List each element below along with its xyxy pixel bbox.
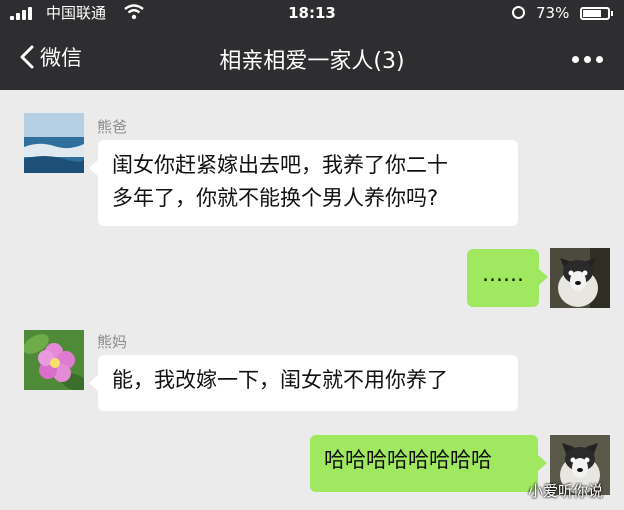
- rotation-lock-icon: [512, 6, 525, 19]
- message-bubble[interactable]: 闺女你赶紧嫁出去吧，我养了你二十 多年了，你就不能换个男人养你吗?: [89, 140, 518, 226]
- avatar-dad[interactable]: [24, 113, 84, 173]
- sender-name: 熊爸: [97, 118, 128, 136]
- avatar-self[interactable]: [550, 248, 610, 308]
- sender-name: 熊妈: [97, 333, 128, 351]
- message-line: 能，我改嫁一下，闺女就不用你养了: [112, 368, 448, 392]
- watermark: 小爱听你说: [528, 482, 604, 500]
- nav-bar: 微信 相亲相爱一家人(3): [0, 30, 624, 90]
- avatar-mom[interactable]: [24, 330, 84, 390]
- message-bubble[interactable]: ……: [467, 249, 548, 307]
- chat-title: 相亲相爱一家人(3): [219, 49, 405, 74]
- husky-avatar-icon: [550, 248, 610, 308]
- message-line: 哈哈哈哈哈哈哈哈: [324, 448, 492, 472]
- message-line: ……: [482, 262, 524, 286]
- message-bubble[interactable]: 哈哈哈哈哈哈哈哈: [310, 435, 547, 492]
- ocean-avatar-icon: [24, 113, 84, 173]
- message-line: 多年了，你就不能换个男人养你吗?: [112, 186, 439, 210]
- more-dots-icon[interactable]: [572, 56, 606, 64]
- flower-avatar-icon: [24, 330, 84, 390]
- battery-icon: [580, 7, 613, 20]
- message-bubble[interactable]: 能，我改嫁一下，闺女就不用你养了: [89, 355, 518, 411]
- battery-percent: 73%: [536, 4, 570, 22]
- status-bar: 中国联通 18:13 73%: [0, 0, 624, 26]
- top-bar: 中国联通 18:13 73% 微信 相亲相爱一家人(3): [0, 0, 624, 90]
- message-line: 闺女你赶紧嫁出去吧，我养了你二十: [112, 153, 448, 177]
- status-time: 18:13: [288, 4, 336, 22]
